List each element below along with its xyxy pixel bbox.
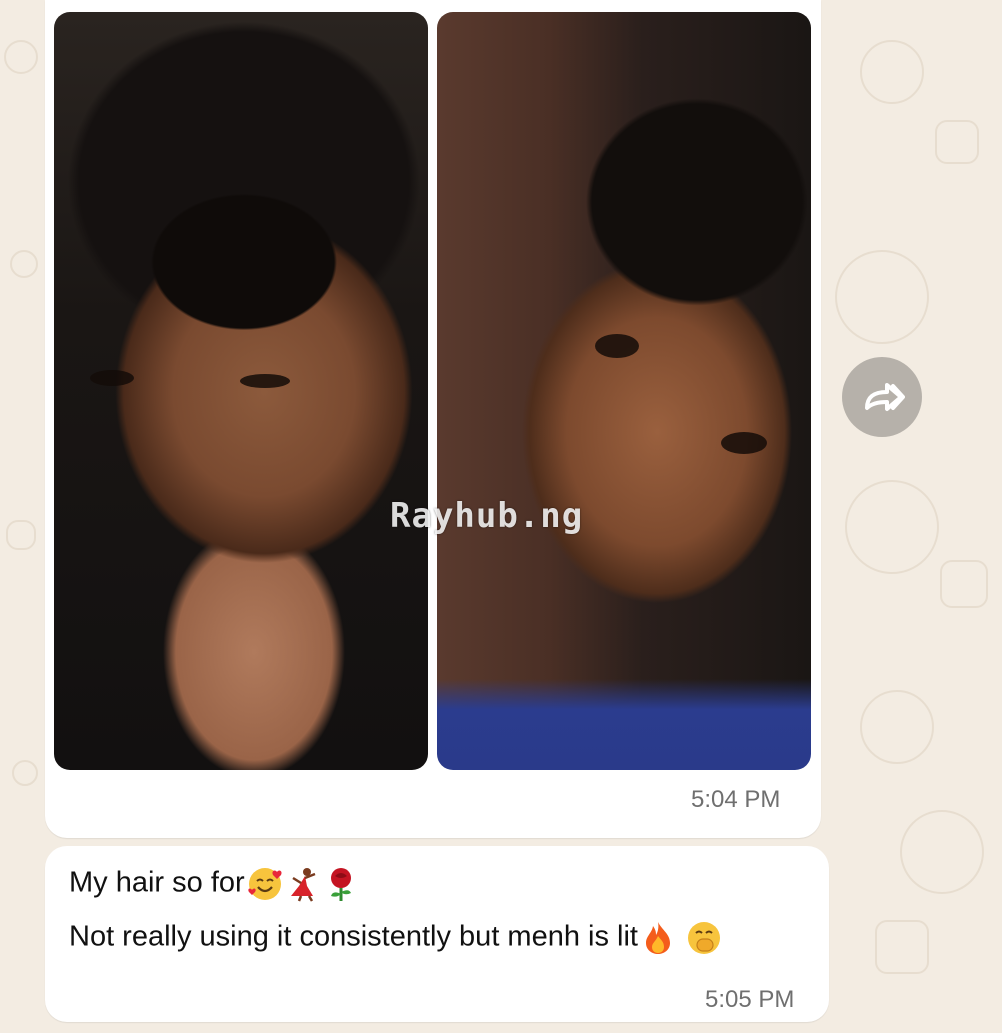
- rose-icon: [330, 868, 351, 901]
- wallpaper-doodle: [935, 120, 979, 164]
- wallpaper-doodle: [900, 810, 984, 894]
- fire-icon: [645, 922, 670, 954]
- wallpaper-doodle: [835, 250, 929, 344]
- wallpaper-doodle: [4, 40, 38, 74]
- message-timestamp: 5:05 PM: [705, 986, 795, 1013]
- message-photo[interactable]: [437, 12, 811, 770]
- forward-icon: [865, 383, 905, 411]
- message-timestamp: 5:04 PM: [691, 786, 781, 813]
- message-text: My hair so for: [69, 866, 245, 899]
- wallpaper-doodle: [875, 920, 929, 974]
- message-photo[interactable]: [54, 12, 428, 770]
- wallpaper-doodle: [860, 690, 934, 764]
- wallpaper-doodle: [860, 40, 924, 104]
- media-message-bubble[interactable]: Rayhub.ng 5:04 PM: [45, 0, 821, 838]
- watermark-text: Rayhub.ng: [390, 496, 584, 536]
- message-text: Not really using it consistently but men…: [69, 920, 638, 953]
- message-line: Not really using it consistently but men…: [69, 920, 722, 956]
- photo-detail: [721, 432, 767, 454]
- wallpaper-doodle: [940, 560, 988, 608]
- photo-detail: [90, 370, 134, 386]
- message-line: My hair so for: [69, 866, 359, 902]
- photo-detail: [595, 334, 639, 358]
- face-with-hand-over-mouth-icon: [687, 922, 720, 954]
- smiling-face-with-hearts-icon: [248, 868, 282, 900]
- text-message-bubble[interactable]: My hair so for Not really using it consi…: [45, 846, 829, 1022]
- forward-button[interactable]: [842, 357, 922, 437]
- wallpaper-doodle: [845, 480, 939, 574]
- dancer-icon: [290, 868, 316, 902]
- wallpaper-doodle: [10, 250, 38, 278]
- wallpaper-doodle: [6, 520, 36, 550]
- wallpaper-doodle: [12, 760, 38, 786]
- photo-detail: [240, 374, 290, 388]
